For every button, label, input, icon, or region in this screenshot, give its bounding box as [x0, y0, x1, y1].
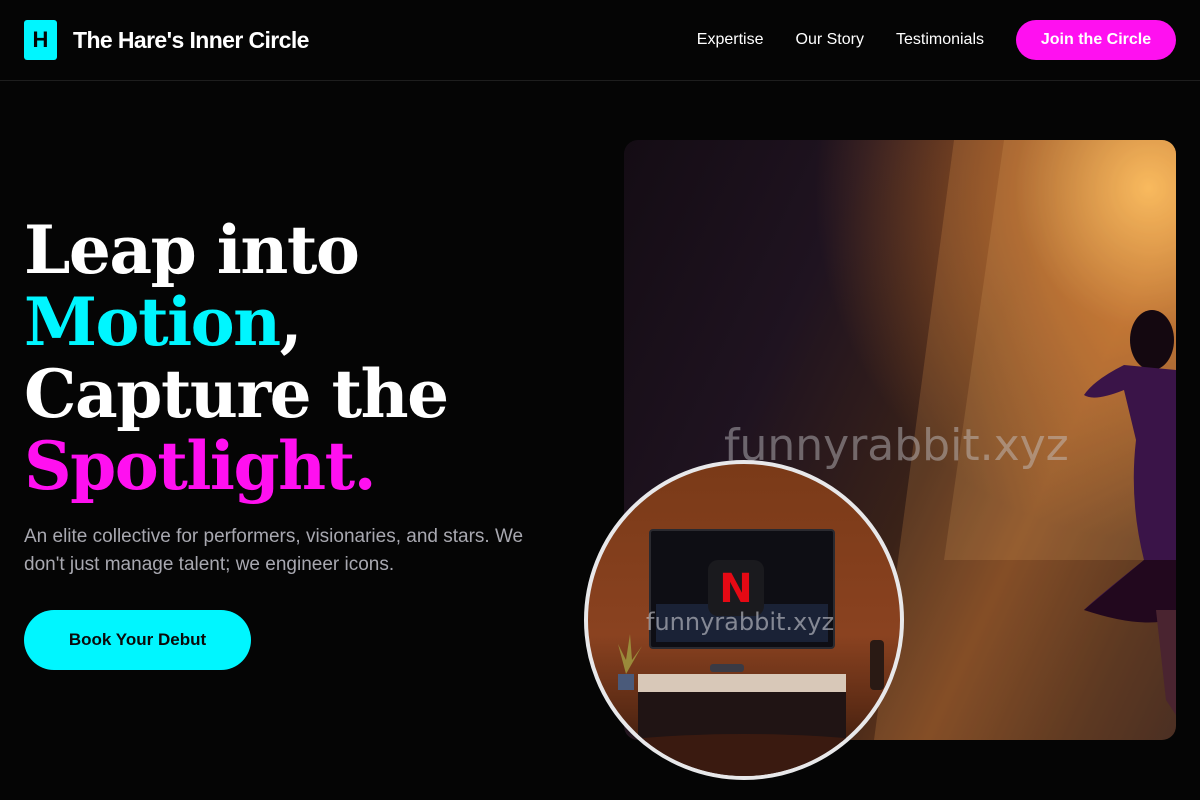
- watermark-text-small: funnyrabbit.xyz: [646, 608, 835, 636]
- brand-name[interactable]: The Hare's Inner Circle: [73, 27, 309, 54]
- hero-title-line1: Leap into: [24, 211, 360, 289]
- nav-link-our-story[interactable]: Our Story: [796, 31, 864, 49]
- nav-link-testimonials[interactable]: Testimonials: [896, 31, 984, 49]
- join-the-circle-button[interactable]: Join the Circle: [1016, 20, 1176, 60]
- hero-title-comma: ,: [279, 283, 303, 361]
- book-your-debut-button[interactable]: Book Your Debut: [24, 610, 251, 670]
- hero-title-spotlight: Spotlight.: [24, 427, 377, 505]
- logo-icon[interactable]: H: [24, 20, 57, 60]
- hero-title-motion: Motion: [24, 283, 281, 361]
- hero-title-line3: Capture the: [24, 355, 449, 433]
- brand[interactable]: H The Hare's Inner Circle: [24, 20, 309, 60]
- hero-title: Leap into Motion, Capture the Spotlight.: [24, 211, 449, 505]
- site-header: H The Hare's Inner Circle Expertise Our …: [0, 0, 1200, 81]
- hero-subtitle: An elite collective for performers, visi…: [24, 526, 524, 575]
- nav-link-expertise[interactable]: Expertise: [697, 31, 764, 49]
- main-nav: Expertise Our Story Testimonials Join th…: [697, 20, 1176, 60]
- netflix-logo-icon: N: [719, 566, 752, 612]
